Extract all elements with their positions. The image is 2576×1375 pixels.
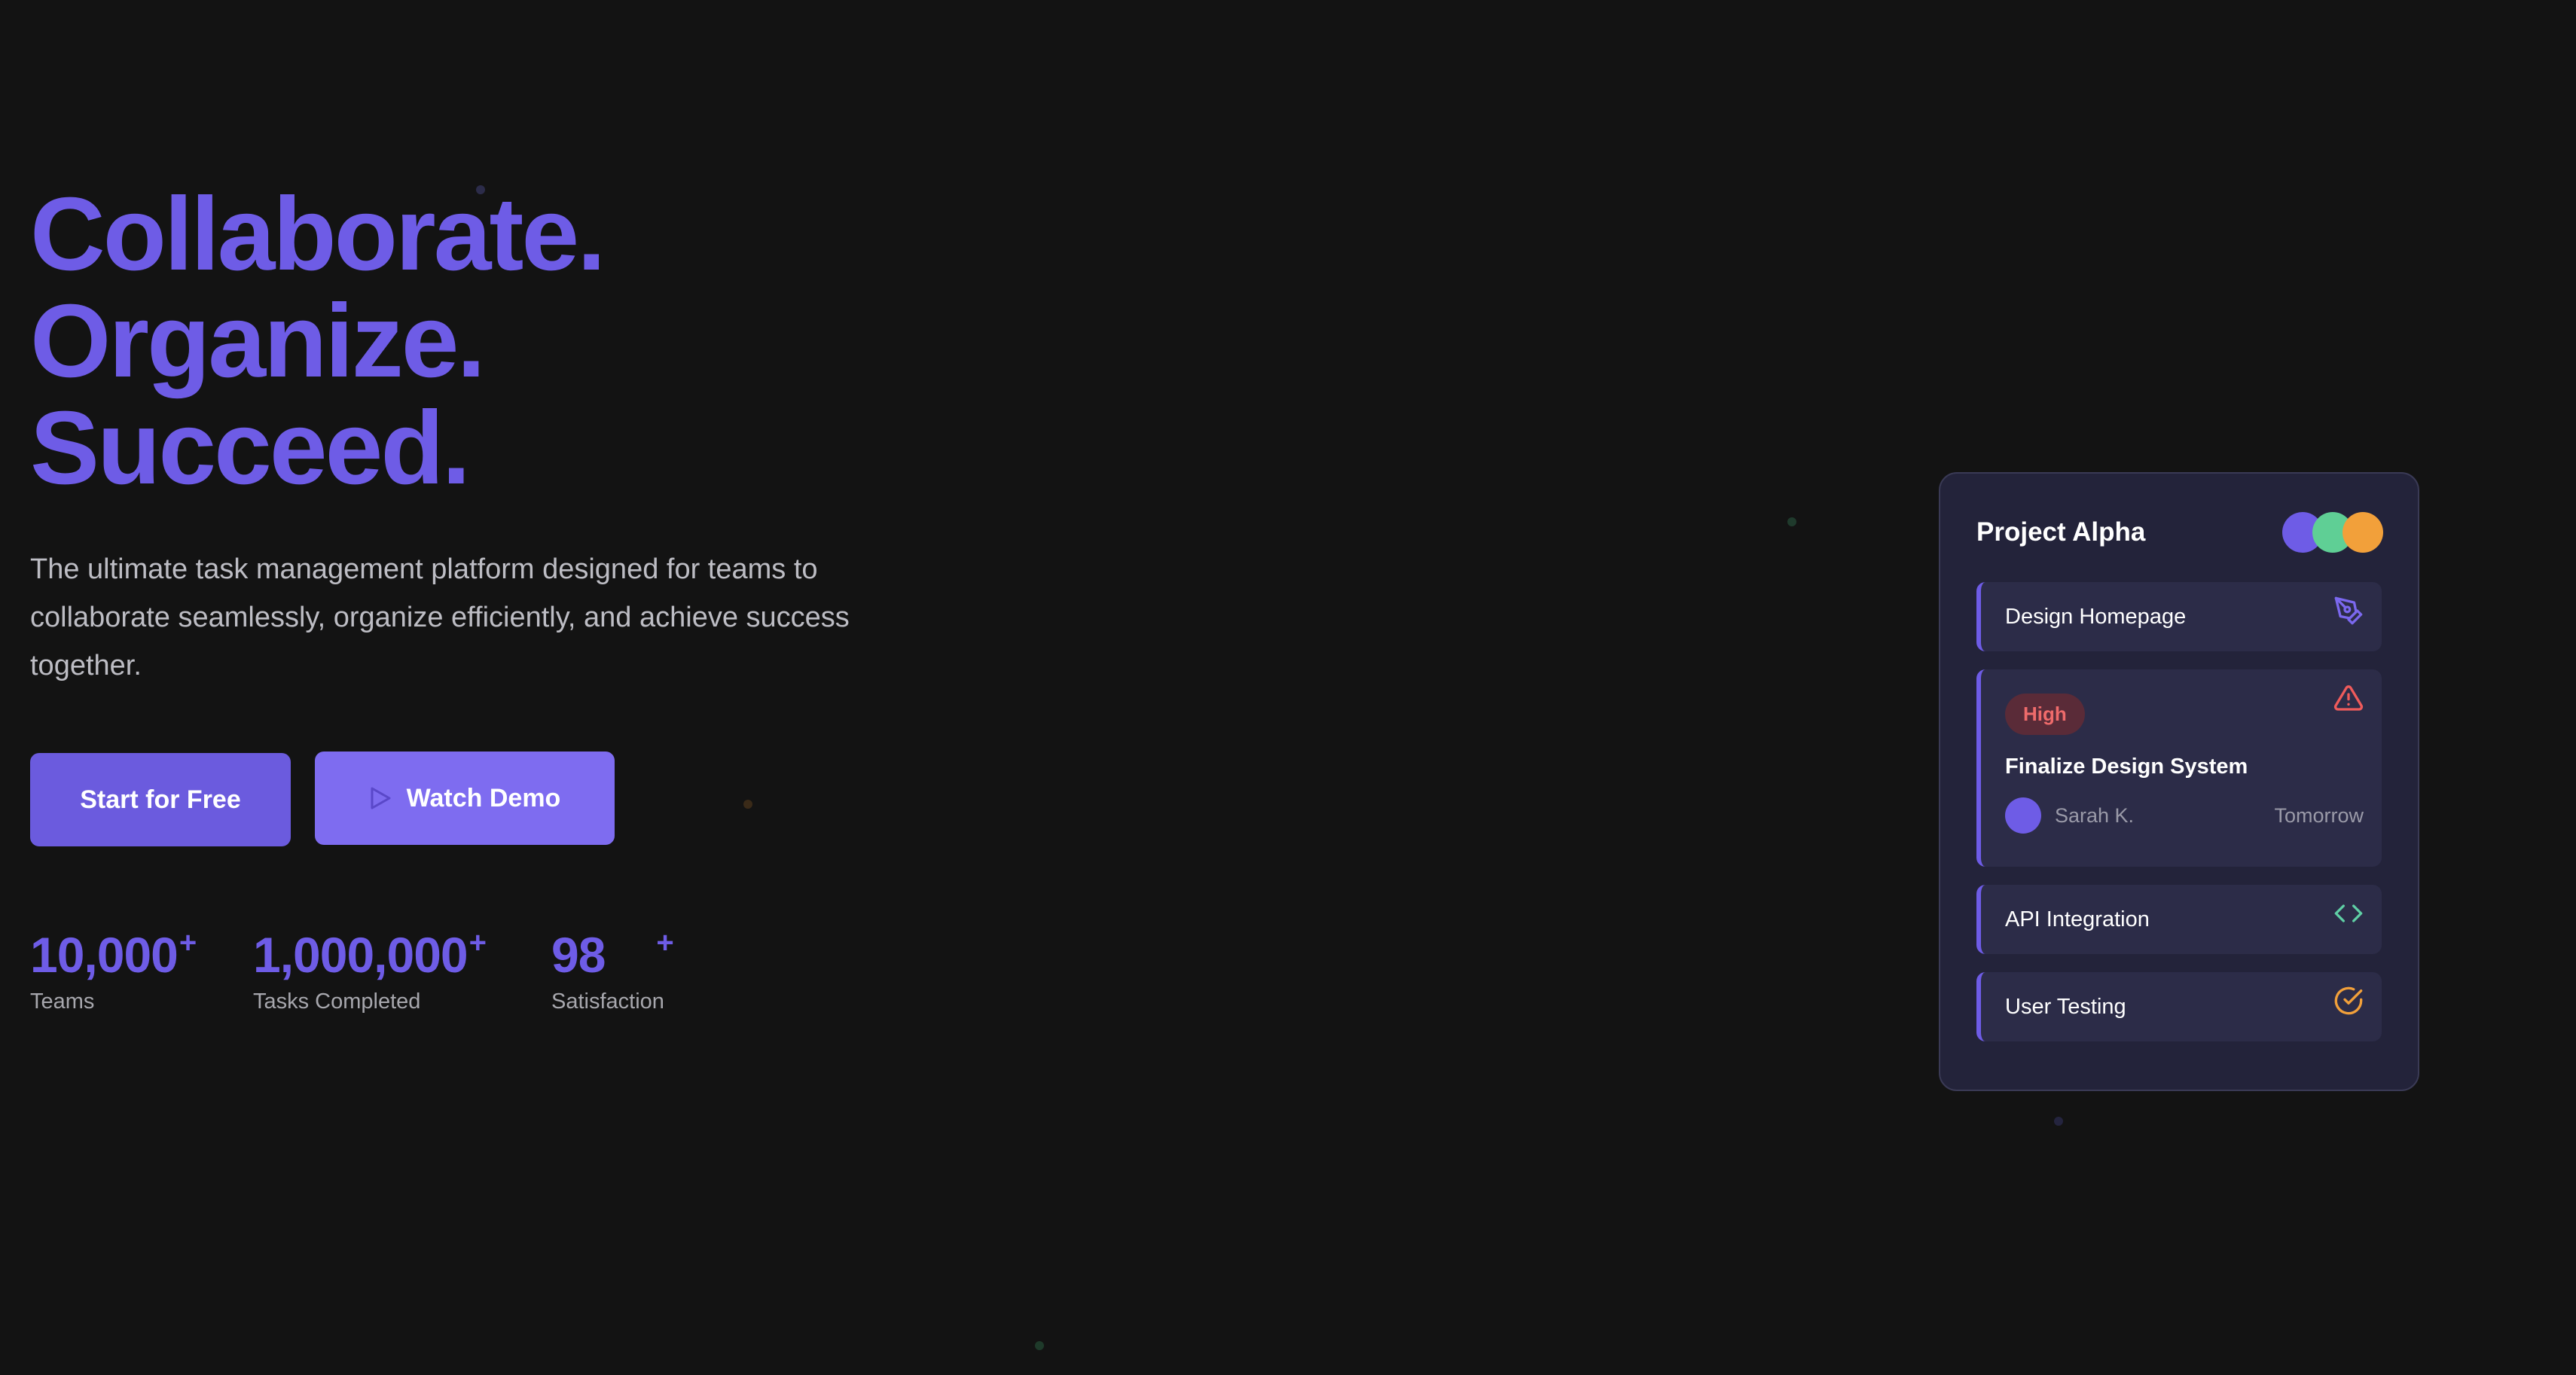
stat-number: 10,000	[30, 927, 179, 983]
watch-demo-button[interactable]: Watch Demo	[315, 752, 615, 845]
project-title: Project Alpha	[1976, 517, 2146, 547]
task-name: API Integration	[2005, 907, 2150, 931]
check-circle-icon	[2333, 986, 2364, 1016]
stat-label: Tasks Completed	[253, 989, 421, 1014]
task-meta: Sarah K. Tomorrow	[2005, 797, 2364, 834]
avatar-group[interactable]	[2282, 512, 2383, 553]
code-icon	[2333, 898, 2364, 928]
task-name: Design Homepage	[2005, 604, 2187, 629]
task-name: Finalize Design System	[2005, 755, 2248, 779]
stat-value: 10,000 +	[30, 925, 253, 985]
task-name: User Testing	[2005, 994, 2126, 1019]
task-item-finalize-design-system[interactable]: High Finalize Design System Sarah K. Tom…	[1976, 669, 2382, 867]
stats-row: 10,000 + Teams 1,000,000 + Tasks Complet…	[30, 925, 919, 1014]
task-item-user-testing[interactable]: User Testing	[1976, 972, 2382, 1041]
stat-value: 1,000,000 +	[253, 925, 551, 985]
project-card[interactable]: Project Alpha Design Homepage High Final…	[1939, 472, 2419, 1091]
headline-line: Organize.	[30, 283, 486, 399]
stat-number: 1,000,000	[253, 927, 469, 983]
hero-subtitle: The ultimate task management platform de…	[30, 553, 850, 681]
hero-headline: Collaborate. Organize. Succeed.	[30, 181, 919, 502]
headline-line: Succeed.	[30, 390, 471, 506]
card-header: Project Alpha	[1976, 510, 2383, 555]
stat-suffix: +	[469, 926, 487, 959]
stat-teams: 10,000 + Teams	[30, 925, 253, 1014]
decorative-dot	[1787, 517, 1796, 526]
start-for-free-button[interactable]: Start for Free	[30, 753, 291, 846]
task-item-design-homepage[interactable]: Design Homepage	[1976, 582, 2382, 651]
stat-satisfaction: 98 + Satisfaction	[551, 925, 717, 1014]
assignee: Sarah K.	[2005, 797, 2134, 834]
stat-suffix: +	[179, 926, 197, 959]
stat-label: Teams	[30, 989, 95, 1014]
hero-actions: Start for Free Watch Demo	[30, 752, 919, 846]
headline-line: Collaborate.	[30, 176, 606, 292]
start-for-free-label: Start for Free	[80, 785, 241, 814]
decorative-dot	[1035, 1341, 1044, 1350]
avatar	[2005, 797, 2041, 834]
stat-label: Satisfaction	[551, 989, 664, 1014]
stat-suffix: +	[656, 926, 673, 959]
priority-badge: High	[2005, 694, 2085, 735]
task-item-api-integration[interactable]: API Integration	[1976, 885, 2382, 954]
assignee-name: Sarah K.	[2055, 803, 2135, 827]
stat-value: 98 +	[551, 925, 717, 985]
stat-tasks-completed: 1,000,000 + Tasks Completed	[253, 925, 551, 1014]
play-icon	[369, 786, 392, 810]
pen-tool-icon	[2333, 596, 2364, 626]
hero-section: Collaborate. Organize. Succeed. The ulti…	[30, 181, 919, 1014]
decorative-dot	[2054, 1117, 2063, 1126]
alert-triangle-icon	[2333, 683, 2364, 713]
due-date: Tomorrow	[2274, 803, 2364, 827]
watch-demo-label: Watch Demo	[406, 783, 561, 812]
avatar[interactable]	[2343, 512, 2383, 553]
stat-number: 98	[551, 927, 606, 983]
